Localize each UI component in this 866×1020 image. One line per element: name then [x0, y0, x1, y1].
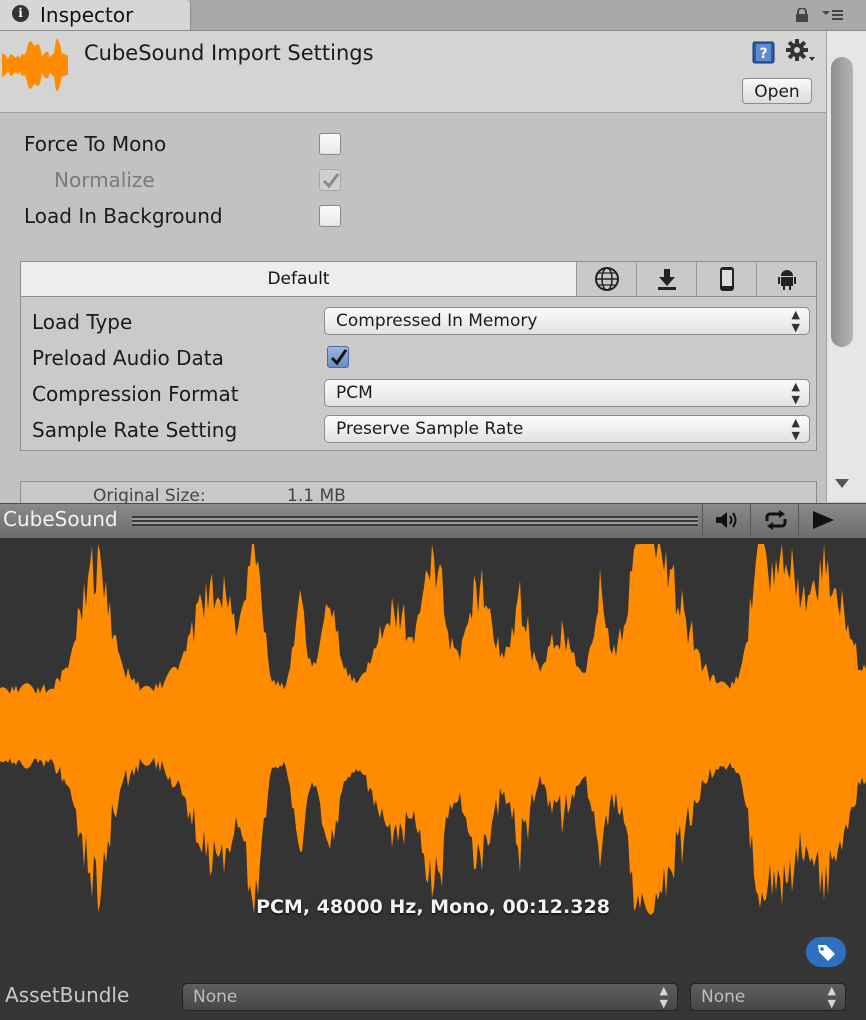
inspector-header: CubeSound Import Settings ? Open: [0, 31, 826, 113]
preview-resize-grip[interactable]: [132, 516, 698, 526]
assetbundle-variant-dropdown[interactable]: None ▲ ▼: [690, 983, 846, 1011]
dropdown-arrows-icon: ▲ ▼: [827, 984, 836, 1010]
tab-webgl[interactable]: [577, 262, 637, 296]
gear-icon[interactable]: [786, 39, 816, 65]
tab-menu-icon[interactable]: [820, 7, 844, 23]
force-to-mono-checkbox[interactable]: [319, 133, 341, 155]
waveform-preview: PCM, 48000 Hz, Mono, 00:12.328: [0, 538, 866, 933]
play-icon: [813, 511, 834, 529]
download-icon: [658, 269, 676, 290]
checkmark-icon: [322, 173, 340, 189]
audio-file-icon: [2, 39, 68, 91]
globe-icon: [595, 267, 619, 291]
compression-format-label: Compression Format: [32, 382, 239, 406]
dropdown-arrows-icon: ▲ ▼: [659, 984, 668, 1010]
normalize-label: Normalize: [54, 168, 155, 192]
tab-standalone[interactable]: [637, 262, 697, 296]
audio-waveform: [0, 544, 866, 915]
assetbundle-variant-value: None: [701, 987, 746, 1007]
label-tag-icon[interactable]: [806, 937, 846, 967]
tab-android[interactable]: [757, 262, 817, 296]
open-button[interactable]: Open: [742, 78, 812, 104]
sample-rate-setting-dropdown[interactable]: Preserve Sample Rate ▲ ▼: [324, 415, 810, 443]
asset-bundle-area: AssetBundle None ▲ ▼ None ▲ ▼: [0, 933, 866, 1020]
size-info-row: Original Size: 1.1 MB: [20, 481, 817, 503]
platform-settings-box: Default Load Type Compressed In Memory ▲…: [20, 261, 817, 451]
info-icon: i: [12, 5, 29, 22]
speaker-icon: [716, 512, 737, 528]
preview-title: CubeSound: [3, 507, 118, 531]
tab-label: Inspector: [40, 3, 134, 27]
assetbundle-name-value: None: [193, 987, 238, 1007]
preload-audio-data-label: Preload Audio Data: [32, 346, 224, 370]
help-icon[interactable]: ?: [752, 40, 776, 64]
help-glyph: ?: [759, 46, 767, 62]
vertical-scrollbar[interactable]: [826, 31, 866, 502]
assetbundle-name-dropdown[interactable]: None ▲ ▼: [182, 983, 678, 1011]
loop-button[interactable]: [750, 504, 799, 537]
load-in-background-label: Load In Background: [24, 204, 223, 228]
original-size-value: 1.1 MB: [287, 486, 346, 503]
audio-format-info: PCM, 48000 Hz, Mono, 00:12.328: [256, 896, 610, 918]
assetbundle-label: AssetBundle: [5, 983, 130, 1007]
scroll-down-arrow-icon[interactable]: [835, 479, 849, 488]
preload-audio-data-checkbox[interactable]: [327, 346, 349, 368]
lock-icon[interactable]: [795, 8, 809, 22]
android-icon: [778, 270, 796, 290]
tab-inspector[interactable]: i Inspector: [0, 0, 191, 30]
checkmark-icon: [330, 349, 348, 366]
dropdown-arrows-icon: ▲ ▼: [791, 308, 800, 334]
normalize-checkbox: [319, 169, 341, 191]
sample-rate-setting-value: Preserve Sample Rate: [336, 419, 524, 439]
mute-button[interactable]: [702, 504, 751, 537]
import-settings-panel: Force To Mono Normalize Load In Backgrou…: [0, 113, 826, 503]
play-button[interactable]: [798, 504, 866, 537]
sample-rate-setting-label: Sample Rate Setting: [32, 418, 238, 442]
preview-toolbar: CubeSound: [0, 503, 866, 539]
asset-title: CubeSound Import Settings: [84, 41, 374, 65]
dropdown-arrows-icon: ▲ ▼: [791, 380, 800, 406]
dropdown-arrows-icon: ▲ ▼: [791, 416, 800, 442]
phone-icon: [720, 267, 734, 291]
scrollbar-thumb[interactable]: [831, 57, 853, 347]
load-in-background-checkbox[interactable]: [319, 205, 341, 227]
compression-format-value: PCM: [336, 383, 373, 403]
tab-default[interactable]: Default: [21, 262, 577, 296]
tab-bar: i Inspector: [0, 0, 866, 31]
tab-ios[interactable]: [697, 262, 757, 296]
compression-format-dropdown[interactable]: PCM ▲ ▼: [324, 379, 810, 407]
load-type-dropdown[interactable]: Compressed In Memory ▲ ▼: [324, 307, 810, 335]
load-type-label: Load Type: [32, 310, 133, 334]
load-type-value: Compressed In Memory: [336, 311, 538, 331]
loop-icon: [765, 510, 787, 530]
platform-tabs: Default: [21, 262, 816, 297]
original-size-label: Original Size:: [93, 486, 206, 503]
force-to-mono-label: Force To Mono: [24, 132, 167, 156]
